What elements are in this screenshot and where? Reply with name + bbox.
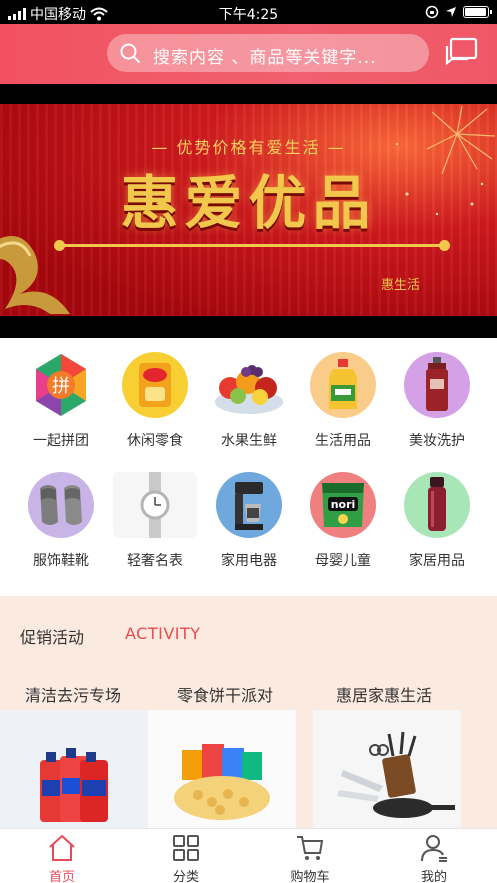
category-item-group-buy[interactable]: 拼 一起拼团 <box>14 352 108 450</box>
banner-tag: 惠生活 <box>381 278 421 293</box>
category-item-watches[interactable]: 轻奢名表 <box>108 472 202 570</box>
seaweed-snack-icon: nori <box>310 472 376 538</box>
category-label: 美妆洗护 <box>409 433 465 449</box>
status-bar: 中国移动 下午4:25 <box>0 0 497 24</box>
tab-cart[interactable]: 购物车 <box>275 833 345 883</box>
message-icon[interactable] <box>444 37 478 69</box>
cooking-oil-icon <box>310 352 376 418</box>
clock: 下午4:25 <box>218 7 279 23</box>
home-icon <box>49 834 75 861</box>
knife-set-icon <box>337 731 455 818</box>
tab-label: 我的 <box>420 870 447 883</box>
category-label: 休闲零食 <box>127 433 183 449</box>
search-icon <box>120 43 140 63</box>
category-item-fruit[interactable]: 水果生鲜 <box>202 352 296 450</box>
gold-ribbon-decoration <box>0 236 70 314</box>
category-item-apparel[interactable]: 服饰鞋靴 <box>14 472 108 570</box>
bottom-nav: 首页 分类 购物车 我的 <box>0 828 497 883</box>
category-item-baby[interactable]: nori 母婴儿童 <box>296 472 390 570</box>
tab-mine[interactable]: 我的 <box>399 833 469 883</box>
promo-item-label[interactable]: 惠居家惠生活 <box>336 682 432 706</box>
svg-text:拼: 拼 <box>52 376 70 397</box>
svg-text:nori: nori <box>331 498 356 511</box>
snack-chips-icon <box>122 352 188 418</box>
search-input[interactable]: 搜索内容 、商品等关键字... <box>107 34 429 72</box>
cosmetics-bottle-icon <box>404 352 470 418</box>
category-label: 母婴儿童 <box>315 553 371 569</box>
fruit-basket-icon <box>208 352 290 418</box>
category-label: 家居用品 <box>409 553 465 569</box>
battery-icon <box>463 6 492 18</box>
promo-title-en: ACTIVITY <box>125 624 201 643</box>
wristwatch-icon <box>113 472 197 538</box>
thermos-icon <box>404 472 470 538</box>
promo-item-label[interactable]: 清洁去污专场 <box>25 682 121 706</box>
promo-section: 促销活动 ACTIVITY 清洁去污专场 零食饼干派对 惠居家惠生活 <box>0 596 497 828</box>
rotation-lock-icon <box>425 5 439 19</box>
category-label: 一起拼团 <box>33 433 89 449</box>
promo-card-snacks[interactable] <box>148 710 296 828</box>
category-label: 轻奢名表 <box>127 553 183 569</box>
tab-home[interactable]: 首页 <box>27 833 97 883</box>
category-grid: 拼 一起拼团 休闲零食 水果生鲜 生活用品 美妆洗护 服饰鞋靴 轻奢名表 家用电… <box>0 338 497 596</box>
category-item-snacks[interactable]: 休闲零食 <box>108 352 202 450</box>
category-item-home[interactable]: 家居用品 <box>390 472 484 570</box>
banner-subtitle: 优势价格有爱生活 <box>176 138 321 157</box>
promo-card-cleaning[interactable] <box>0 710 148 828</box>
location-icon <box>446 7 456 17</box>
category-label: 服饰鞋靴 <box>33 553 89 569</box>
category-label: 生活用品 <box>315 433 371 449</box>
tab-label: 购物车 <box>290 870 330 883</box>
grid-icon <box>173 835 199 861</box>
promo-title: 促销活动 <box>20 628 85 647</box>
snack-pile-icon <box>174 744 270 820</box>
slippers-icon <box>28 472 94 538</box>
category-item-daily-goods[interactable]: 生活用品 <box>296 352 390 450</box>
promo-card-home[interactable] <box>313 710 461 828</box>
detergent-bottles-icon <box>40 748 108 822</box>
coffee-maker-icon <box>216 472 282 538</box>
tab-label: 分类 <box>172 870 199 883</box>
tab-label: 首页 <box>48 870 75 883</box>
promo-item-label[interactable]: 零食饼干派对 <box>177 682 273 706</box>
category-label: 水果生鲜 <box>221 433 277 449</box>
category-item-beauty[interactable]: 美妆洗护 <box>390 352 484 450</box>
promo-banner[interactable]: — 优势价格有爱生活 — 惠爱优品 惠生活 <box>0 104 497 316</box>
category-label: 家用电器 <box>221 553 277 569</box>
tab-category[interactable]: 分类 <box>151 833 221 883</box>
search-placeholder: 搜索内容 、商品等关键字... <box>153 48 377 68</box>
group-buy-icon: 拼 <box>28 352 94 418</box>
app-header: 搜索内容 、商品等关键字... <box>0 24 497 84</box>
user-icon <box>421 835 447 862</box>
cart-icon <box>297 836 324 860</box>
category-item-appliances[interactable]: 家用电器 <box>202 472 296 570</box>
